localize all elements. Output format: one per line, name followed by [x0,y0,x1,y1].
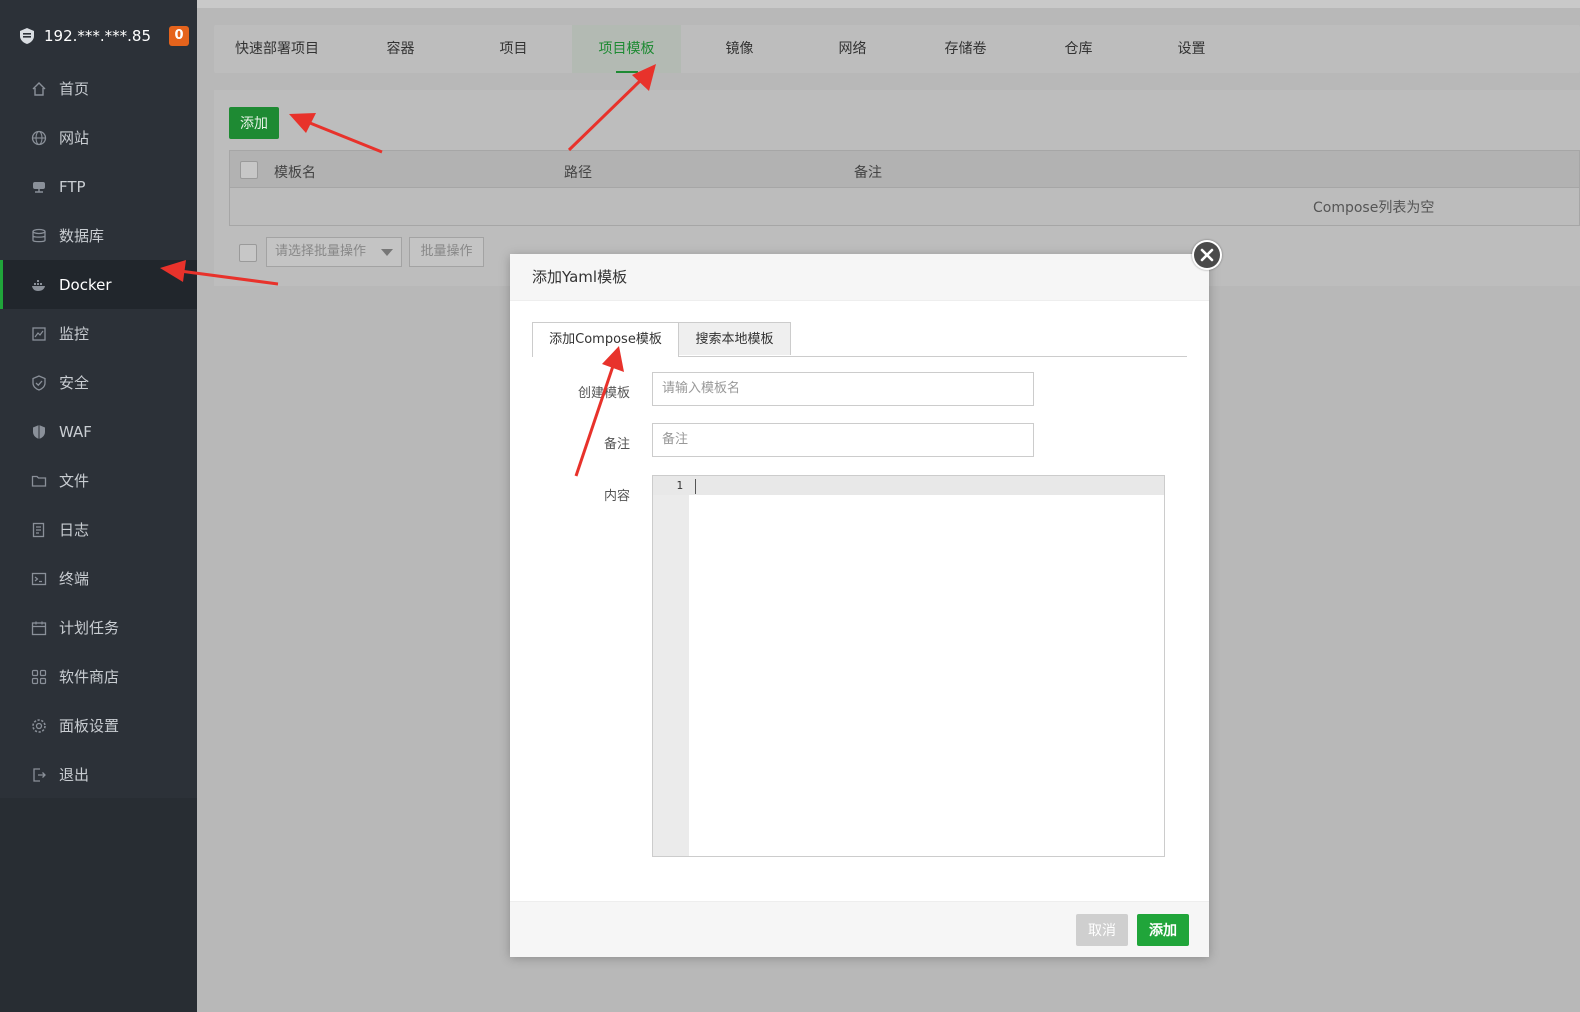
folder-icon [31,475,47,487]
sidebar-item-label: FTP [59,177,86,196]
text-cursor [695,479,696,494]
select-all-checkbox[interactable] [240,161,258,179]
confirm-add-button[interactable]: 添加 [1137,914,1189,946]
tab-containers[interactable]: 容器 [344,25,457,73]
sidebar-item-ftp[interactable]: FTP [0,162,197,211]
tab-images[interactable]: 镜像 [683,25,796,73]
tab-settings[interactable]: 设置 [1135,25,1248,73]
sidebar-bottom [0,798,197,1012]
sidebar-item-monitor[interactable]: 监控 [0,309,197,358]
log-icon [32,522,45,537]
docker-tab-bar: 快速部署项目 容器 项目 项目模板 镜像 网络 存储卷 仓库 设置 [214,25,1580,73]
empty-table-message: Compose列表为空 [1313,200,1435,216]
batch-select-checkbox[interactable] [239,244,257,262]
terminal-icon [31,572,47,585]
tab-quick-deploy[interactable]: 快速部署项目 [214,25,340,73]
sidebar-item-home[interactable]: 首页 [0,64,197,113]
docker-icon [32,279,45,291]
sidebar-item-terminal[interactable]: 终端 [0,554,197,603]
remark-input[interactable]: 备注 [652,423,1034,457]
globe-icon [31,130,47,145]
sidebar-item-label: 面板设置 [59,717,120,735]
active-tab-underline [616,71,638,73]
waf-shield-icon [33,424,45,439]
column-path: 路径 [564,165,592,181]
panel-logo-icon [20,28,34,44]
chevron-down-icon [381,249,393,256]
sidebar-item-label: 网站 [59,129,90,147]
tab-projects[interactable]: 项目 [457,25,570,73]
editor-gutter [653,476,689,856]
sidebar-item-label: 软件商店 [59,668,120,686]
gear-icon [32,718,46,733]
dialog-tabs: 添加Compose模板 搜索本地模板 [532,322,1187,357]
sidebar-item-app-store[interactable]: 软件商店 [0,652,197,701]
add-yaml-template-dialog: 添加Yaml模板 添加Compose模板 搜索本地模板 创建模板 请输入模板名 … [510,254,1209,957]
template-name-label: 创建模板 [577,386,630,401]
sidebar-item-label: 日志 [59,521,90,539]
sidebar-item-label: 监控 [59,325,90,343]
database-icon [32,228,46,242]
ftp-icon [33,181,45,193]
shield-check-icon [32,374,46,391]
table-header: 模板名 路径 备注 [229,150,1580,188]
content-label: 内容 [603,489,630,504]
sidebar-item-files[interactable]: 文件 [0,456,197,505]
yaml-code-editor[interactable]: 1 [652,475,1165,857]
apps-icon [31,669,47,684]
batch-action-button[interactable]: 批量操作 [409,237,484,267]
monitor-icon [32,326,46,341]
dialog-close-button[interactable] [1192,240,1222,270]
server-header: 192.***.***.85 0 [0,14,197,58]
dialog-footer: 取消 添加 [510,901,1209,957]
editor-active-line [653,476,1164,495]
column-template-name: 模板名 [274,165,316,181]
close-icon [1194,242,1220,268]
batch-action-select[interactable]: 请选择批量操作 [266,237,402,267]
table-body: Compose列表为空 [229,188,1580,226]
tab-project-templates-label: 项目模板 [598,41,655,57]
sidebar-item-security[interactable]: 安全 [0,358,197,407]
sidebar-item-label: 退出 [59,766,90,784]
sidebar-item-database[interactable]: 数据库 [0,211,197,260]
add-template-button[interactable]: 添加 [229,107,279,139]
column-remark: 备注 [854,165,882,181]
tab-search-local-template[interactable]: 搜索本地模板 [678,322,791,355]
server-ip: 192.***.***.85 [44,27,152,45]
dialog-title: 添加Yaml模板 [510,254,1209,301]
sidebar-item-docker[interactable]: Docker [0,260,197,309]
logout-icon [33,767,46,782]
sidebar-item-label: 终端 [59,570,90,588]
sidebar-item-label: 计划任务 [59,619,120,637]
tab-add-compose-template[interactable]: 添加Compose模板 [532,322,679,357]
top-strip [197,0,1580,8]
calendar-icon [31,621,47,635]
sidebar: 192.***.***.85 0 首页 网站 FTP 数据库 Docker 监控 [0,0,197,1012]
sidebar-item-panel-settings[interactable]: 面板设置 [0,701,197,750]
tab-registry[interactable]: 仓库 [1022,25,1135,73]
sidebar-item-label: WAF [59,422,92,441]
sidebar-item-label: 首页 [59,80,90,98]
sidebar-item-label: 数据库 [59,227,105,245]
sidebar-item-label: Docker [59,275,112,294]
cancel-button[interactable]: 取消 [1076,914,1128,946]
sidebar-nav: 首页 网站 FTP 数据库 Docker 监控 安全 WAF 文件 日志 终端 … [0,64,197,799]
tab-networks[interactable]: 网络 [796,25,909,73]
batch-select-placeholder: 请选择批量操作 [275,244,367,259]
tab-volumes[interactable]: 存储卷 [909,25,1022,73]
sidebar-item-logout[interactable]: 退出 [0,750,197,799]
line-number: 1 [676,479,683,492]
sidebar-item-website[interactable]: 网站 [0,113,197,162]
template-name-input[interactable]: 请输入模板名 [652,372,1034,406]
remark-label: 备注 [603,437,630,452]
sidebar-item-label: 安全 [59,374,90,392]
sidebar-item-logs[interactable]: 日志 [0,505,197,554]
sidebar-item-label: 文件 [59,472,90,490]
sidebar-item-cron[interactable]: 计划任务 [0,603,197,652]
home-icon [32,81,46,96]
tab-project-templates[interactable]: 项目模板 [572,25,681,73]
notification-badge[interactable]: 0 [169,26,189,46]
sidebar-item-waf[interactable]: WAF [0,407,197,456]
